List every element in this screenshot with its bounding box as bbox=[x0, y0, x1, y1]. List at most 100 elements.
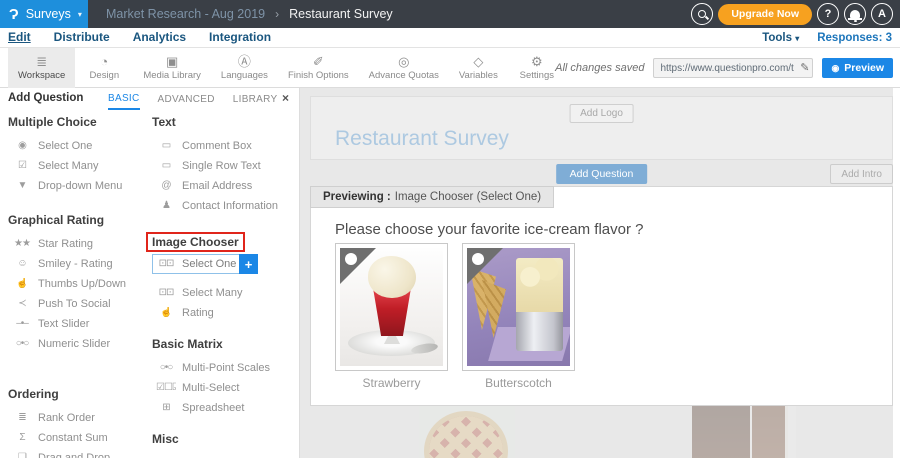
section-multiple-choice: Multiple Choice bbox=[8, 114, 140, 130]
textfield-icon: ▭ bbox=[156, 160, 176, 172]
edit-toolbar: ≣ Workspace ◔ Design ▣ Media Library Ⓐ L… bbox=[0, 48, 900, 88]
add-question-plus-button[interactable]: + bbox=[239, 254, 258, 274]
qtype-push-to-social[interactable]: ≺ Push To Social bbox=[8, 294, 140, 314]
qtype-date-time[interactable]: ▦ Date / Time bbox=[152, 453, 300, 458]
checkbox-list-icon: ☑ bbox=[12, 160, 32, 172]
help-button[interactable]: ? bbox=[817, 3, 839, 25]
account-avatar[interactable]: A bbox=[871, 3, 893, 25]
survey-url-wrap: ✎ bbox=[653, 58, 813, 79]
section-basic-matrix: Basic Matrix bbox=[152, 336, 300, 352]
palette-icon: ◔ bbox=[100, 55, 108, 68]
chevron-down-icon: ▾ bbox=[795, 34, 799, 43]
thumb-star-icon: ☝ bbox=[156, 307, 176, 319]
qtype-image-select-many[interactable]: ⊡⊡ Select Many bbox=[152, 283, 300, 303]
surveys-menu[interactable]: Ɂ Surveys ▾ bbox=[0, 0, 88, 28]
qtype-thumbs-up-down[interactable]: ☝ Thumbs Up/Down bbox=[8, 274, 140, 294]
qtype-multi-select[interactable]: ☑☐☑ Multi-Select bbox=[152, 378, 300, 398]
qtype-contact-information[interactable]: ♟ Contact Information bbox=[152, 196, 300, 216]
cherry-pie-image bbox=[419, 406, 515, 458]
qtype-single-row-text[interactable]: ▭ Single Row Text bbox=[152, 156, 300, 176]
tab-integration[interactable]: Integration bbox=[209, 30, 271, 46]
edit-url-icon[interactable]: ✎ bbox=[800, 61, 809, 74]
image-chooser-highlight: Image Chooser bbox=[146, 232, 245, 252]
qtype-drag-and-drop[interactable]: ❏ Drag and Drop bbox=[8, 448, 140, 458]
tab-analytics[interactable]: Analytics bbox=[133, 30, 186, 46]
radio-button[interactable] bbox=[472, 253, 484, 265]
scrollbar-gutter[interactable] bbox=[893, 88, 900, 458]
gear-icon: ⚙ bbox=[531, 55, 543, 68]
preview-button[interactable]: ◉ Preview bbox=[822, 58, 893, 78]
toolbar-items: ≣ Workspace ◔ Design ▣ Media Library Ⓐ L… bbox=[8, 48, 566, 88]
toolbar-media-library[interactable]: ▣ Media Library bbox=[133, 48, 211, 88]
butterscotch-image-tile[interactable] bbox=[462, 243, 575, 371]
question-types-column-b: Text ▭ Comment Box ▭ Single Row Text @ E… bbox=[140, 110, 300, 458]
thumb-icon: ☝ bbox=[12, 278, 32, 290]
add-intro-button[interactable]: Add Intro bbox=[830, 164, 893, 184]
qtype-comment-box[interactable]: ▭ Comment Box bbox=[152, 136, 300, 156]
toolbar-right: All changes saved ✎ ◉ Preview bbox=[555, 48, 893, 88]
toolbar-variables[interactable]: ◇ Variables bbox=[449, 48, 508, 88]
toolbar-languages[interactable]: Ⓐ Languages bbox=[211, 48, 278, 88]
qtype-text-slider[interactable]: –•– Text Slider bbox=[8, 314, 140, 334]
section-nav: Edit Distribute Analytics Integration To… bbox=[0, 28, 900, 48]
share-icon: ≺ bbox=[12, 298, 32, 310]
image-icon: ▣ bbox=[166, 55, 178, 68]
tab-edit[interactable]: Edit bbox=[8, 30, 31, 46]
next-question-partial bbox=[310, 406, 893, 458]
qtype-email-address[interactable]: @ Email Address bbox=[152, 176, 300, 196]
quota-icon: ◎ bbox=[398, 55, 409, 68]
strawberry-image-tile[interactable] bbox=[335, 243, 448, 371]
search-icon bbox=[698, 10, 706, 18]
toolbar-advance-quotas[interactable]: ◎ Advance Quotas bbox=[359, 48, 449, 88]
add-question-button[interactable]: Add Question bbox=[556, 164, 648, 184]
option-label: Butterscotch bbox=[462, 376, 575, 390]
survey-title[interactable]: Restaurant Survey bbox=[335, 127, 509, 151]
section-misc: Misc bbox=[152, 431, 300, 447]
tab-advanced[interactable]: ADVANCED bbox=[158, 88, 215, 110]
breadcrumb-folder[interactable]: Market Research - Aug 2019 bbox=[106, 7, 265, 21]
qtype-dropdown-menu[interactable]: ▼ Drop-down Menu bbox=[8, 176, 140, 196]
toolbar-finish-options[interactable]: ✐ Finish Options bbox=[278, 48, 359, 88]
qtype-image-select-one[interactable]: ⊡⊡ Select One + bbox=[152, 254, 240, 274]
top-navbar: Ɂ Surveys ▾ Market Research - Aug 2019 ›… bbox=[0, 0, 900, 28]
question-preview-card: Previewing : Image Chooser (Select One) … bbox=[310, 186, 893, 406]
qtype-constant-sum[interactable]: Σ Constant Sum bbox=[8, 428, 140, 448]
add-logo-button[interactable]: Add Logo bbox=[569, 104, 634, 123]
breadcrumb-separator-icon: › bbox=[275, 7, 279, 21]
qtype-smiley-rating[interactable]: ☺ Smiley - Rating bbox=[8, 254, 140, 274]
toolbar-workspace[interactable]: ≣ Workspace bbox=[8, 48, 75, 88]
survey-url-input[interactable] bbox=[653, 58, 813, 78]
qtype-multi-point-scales[interactable]: ○•○ Multi-Point Scales bbox=[152, 358, 300, 378]
tools-menu[interactable]: Tools ▾ bbox=[762, 32, 799, 44]
qtype-select-many[interactable]: ☑ Select Many bbox=[8, 156, 140, 176]
qtype-rank-order[interactable]: ≣ Rank Order bbox=[8, 408, 140, 428]
eye-icon: ◉ bbox=[831, 63, 839, 74]
add-question-panel: Add Question BASIC ADVANCED LIBRARY × Mu… bbox=[0, 88, 300, 458]
radio-button[interactable] bbox=[345, 253, 357, 265]
breadcrumb: Market Research - Aug 2019 › Restaurant … bbox=[106, 0, 393, 28]
qtype-image-rating[interactable]: ☝ Rating bbox=[152, 303, 300, 323]
chocolate-cake-image bbox=[692, 406, 796, 458]
tab-library[interactable]: LIBRARY bbox=[233, 88, 278, 110]
notifications-button[interactable] bbox=[844, 3, 866, 25]
chevron-down-icon: ▾ bbox=[78, 10, 82, 19]
qtype-spreadsheet[interactable]: ⊞ Spreadsheet bbox=[152, 398, 300, 418]
option-label: Strawberry bbox=[335, 376, 448, 390]
tab-basic[interactable]: BASIC bbox=[108, 88, 140, 110]
qtype-numeric-slider[interactable]: ○•○ Numeric Slider bbox=[8, 334, 140, 354]
image-options: Strawberry Butterscotch bbox=[335, 243, 575, 390]
qtype-star-rating[interactable]: ★★ Star Rating bbox=[8, 234, 140, 254]
toolbar-design[interactable]: ◔ Design bbox=[75, 48, 133, 88]
save-status: All changes saved bbox=[555, 62, 644, 74]
question-types-column-a: Multiple Choice ◉ Select One ☑ Select Ma… bbox=[0, 110, 140, 458]
upgrade-now-button[interactable]: Upgrade Now bbox=[718, 4, 812, 25]
nav-right: Tools ▾ Responses: 3 bbox=[762, 28, 892, 48]
responses-count-link[interactable]: Responses: 3 bbox=[817, 32, 892, 44]
at-icon: @ bbox=[156, 180, 176, 192]
close-icon[interactable]: × bbox=[282, 91, 289, 105]
workspace-icon: ≣ bbox=[36, 55, 47, 68]
search-button[interactable] bbox=[691, 3, 713, 25]
qtype-select-one[interactable]: ◉ Select One bbox=[8, 136, 140, 156]
tab-distribute[interactable]: Distribute bbox=[54, 30, 110, 46]
survey-canvas: Add Logo Restaurant Survey Add Question … bbox=[300, 88, 900, 458]
